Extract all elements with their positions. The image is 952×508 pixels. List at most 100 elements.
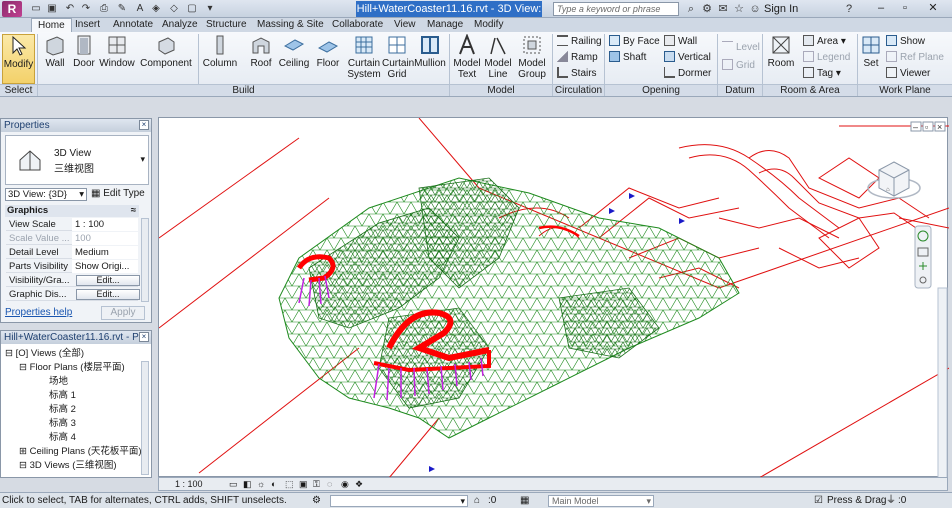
undo-icon[interactable]: ↶ — [64, 3, 76, 14]
reveal-hidden-icon[interactable]: ◉ — [341, 478, 349, 490]
sun-path-icon[interactable]: ☼ — [257, 478, 265, 490]
switch-windows-icon[interactable]: ▾ — [204, 3, 216, 14]
tree-item-level-2[interactable]: 标高 2 — [49, 403, 76, 416]
workset-icon[interactable]: ⚙ — [312, 493, 321, 508]
browser-scrollbar[interactable] — [141, 361, 149, 475]
app-menu-icon[interactable]: R — [2, 1, 22, 17]
model-text-button[interactable]: Model Text — [453, 34, 481, 84]
apply-button[interactable]: Apply — [101, 306, 145, 320]
graphics-group-header[interactable]: Graphics ≈ — [5, 205, 139, 217]
minimize-button[interactable]: – — [872, 1, 890, 16]
shaft-button[interactable]: Shaft — [609, 51, 646, 65]
ceiling-button[interactable]: Ceiling — [278, 34, 310, 84]
view-scale-field[interactable]: 1 : 100 — [72, 218, 138, 231]
workset-dropdown[interactable]: ▾ — [330, 495, 468, 507]
filter-icon[interactable]: ⏚ — [886, 493, 896, 508]
level-button[interactable]: Level — [722, 41, 760, 55]
tab-insert[interactable]: Insert — [75, 18, 100, 32]
crop-icon[interactable]: ⬚ — [285, 478, 294, 490]
viewer-button[interactable]: Viewer — [886, 67, 930, 81]
communication-icon[interactable]: ✉ — [716, 2, 730, 16]
tab-massing-site[interactable]: Massing & Site — [257, 18, 324, 32]
tab-annotate[interactable]: Annotate — [113, 18, 153, 32]
tab-collaborate[interactable]: Collaborate — [332, 18, 383, 32]
dormer-button[interactable]: Dormer — [664, 67, 711, 81]
tree-item-3d-views[interactable]: ⊟ 3D Views (三维视图) — [19, 459, 117, 472]
3d-view-icon[interactable]: ◈ — [150, 3, 162, 14]
door-button[interactable]: Door — [71, 34, 97, 84]
visibility-graphics-edit-button[interactable]: Edit... — [76, 275, 140, 286]
text-icon[interactable]: A — [134, 3, 146, 14]
detail-level-icon[interactable]: ▭ — [229, 478, 238, 490]
measure-icon[interactable]: ✎ — [116, 3, 128, 14]
tree-item-floor-plans[interactable]: ⊟ Floor Plans (楼层平面) — [19, 361, 125, 374]
model-canvas[interactable]: ⌂ – ▫ × — [158, 117, 950, 479]
type-selector[interactable]: 3D View 三维视图 ▾ — [5, 135, 149, 185]
stairs-button[interactable]: Stairs — [557, 67, 597, 81]
column-button[interactable]: Column — [202, 34, 238, 84]
tab-analyze[interactable]: Analyze — [162, 18, 198, 32]
view-scale-label[interactable]: 1 : 100 — [175, 478, 203, 490]
parts-visibility-field[interactable]: Show Origi... — [72, 260, 138, 273]
model-line-button[interactable]: Model Line — [484, 34, 512, 84]
set-work-plane-button[interactable]: Set — [860, 34, 882, 84]
show-work-plane-button[interactable]: Show — [886, 35, 925, 49]
component-button[interactable]: Component — [140, 34, 192, 84]
detail-level-field[interactable]: Medium — [72, 246, 138, 259]
tree-item-level-4[interactable]: 标高 4 — [49, 431, 76, 444]
expand-toggle-icon[interactable]: ⊞ — [19, 446, 27, 457]
show-crop-icon[interactable]: ▣ — [299, 478, 308, 490]
graphic-display-edit-button[interactable]: Edit... — [76, 289, 140, 300]
tab-modify[interactable]: Modify — [474, 18, 503, 32]
instance-selector[interactable]: 3D View: {3D} ▾ — [5, 188, 87, 201]
analytical-model-icon[interactable]: ❖ — [355, 478, 363, 490]
3d-viewport[interactable]: ⌂ – ▫ × — [158, 117, 950, 479]
panel-select[interactable]: Select — [0, 84, 37, 96]
collapse-toggle-icon[interactable]: ⊟ — [5, 348, 13, 359]
maximize-button[interactable]: ▫ — [896, 1, 914, 16]
close-hidden-icon[interactable]: ▢ — [186, 3, 198, 14]
floor-button[interactable]: Floor — [314, 34, 342, 84]
railing-button[interactable]: Railing — [557, 35, 602, 49]
edit-type-button[interactable]: ▦ Edit Type — [91, 187, 145, 201]
ref-plane-button[interactable]: Ref Plane — [886, 51, 944, 65]
close-button[interactable]: ✕ — [920, 1, 946, 16]
opening-by-face-button[interactable]: By Face — [609, 35, 660, 49]
close-icon[interactable]: × — [139, 120, 149, 130]
legend-button[interactable]: Legend — [803, 51, 850, 65]
model-group-button[interactable]: Model Group — [515, 34, 549, 84]
wall-button[interactable]: Wall — [42, 34, 68, 84]
tag-button[interactable]: Tag ▾ — [803, 67, 841, 81]
panel-room-area[interactable]: Room & Area — [763, 84, 857, 96]
save-icon[interactable]: ▣ — [46, 3, 58, 14]
mullion-button[interactable]: Mullion — [414, 34, 446, 84]
tree-item-site-plan[interactable]: 场地 — [49, 375, 68, 388]
window-button[interactable]: Window — [99, 34, 135, 84]
view-cube[interactable]: ⌂ — [867, 161, 921, 199]
search-input[interactable]: Type a keyword or phrase — [553, 2, 679, 16]
press-drag-checkbox[interactable]: ☑ — [814, 493, 823, 508]
visual-style-icon[interactable]: ◧ — [243, 478, 252, 490]
design-options-icon[interactable]: ⌂ — [474, 493, 480, 508]
tab-home[interactable]: Home — [31, 18, 72, 32]
temporary-hide-icon[interactable]: ◌ — [327, 478, 332, 490]
favorites-icon[interactable]: ☆ — [732, 2, 746, 16]
tree-item-level-3[interactable]: 标高 3 — [49, 417, 76, 430]
grid-button[interactable]: Grid — [722, 59, 755, 73]
design-option-dropdown[interactable]: Main Model ▾ — [548, 495, 654, 507]
tab-manage[interactable]: Manage — [427, 18, 463, 32]
curtain-grid-button[interactable]: Curtain Grid — [382, 34, 414, 84]
properties-scrollbar[interactable] — [141, 218, 149, 302]
viewport-scrollbar[interactable] — [937, 287, 948, 479]
properties-help-link[interactable]: Properties help — [5, 307, 72, 318]
subscription-icon[interactable]: ⚙ — [700, 2, 714, 16]
vertical-opening-button[interactable]: Vertical — [664, 51, 711, 65]
binoculars-icon[interactable]: ⌕ — [684, 2, 698, 16]
modify-button[interactable]: Modify — [2, 34, 35, 84]
tree-item-level-1[interactable]: 标高 1 — [49, 389, 76, 402]
collapse-toggle-icon[interactable]: ⊟ — [19, 362, 27, 373]
viewport-window-controls[interactable]: – ▫ × — [910, 121, 946, 132]
tab-view[interactable]: View — [394, 18, 416, 32]
navigation-bar[interactable] — [914, 225, 932, 289]
curtain-system-button[interactable]: Curtain System — [346, 34, 382, 84]
